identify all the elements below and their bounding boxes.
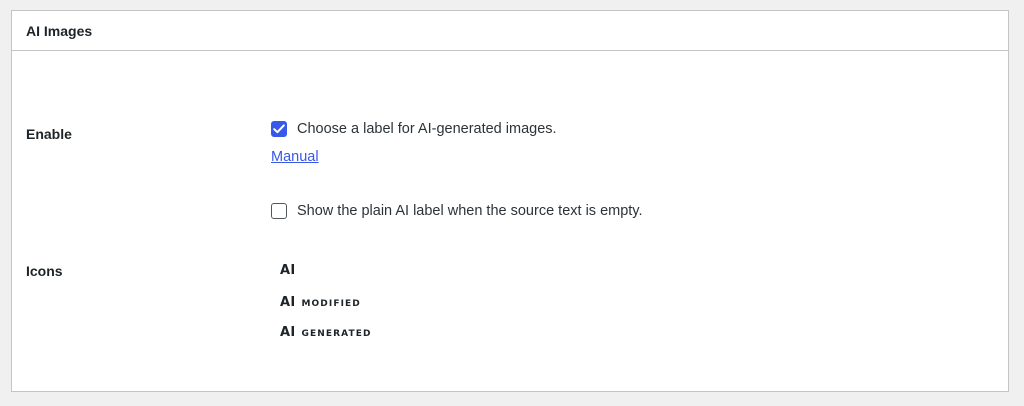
ai-icon: AI [280, 263, 296, 278]
manual-link[interactable]: Manual [271, 149, 319, 165]
ai-generated-icon: AI GENERATED [280, 325, 372, 340]
plain-label-option[interactable]: Show the plain AI label when the source … [271, 203, 643, 219]
checkmark-icon [273, 124, 285, 134]
icons-row-label: Icons [26, 263, 63, 279]
choose-label-option[interactable]: Choose a label for AI-generated images. [271, 121, 557, 137]
ai-icon-mark: AI [280, 263, 296, 278]
ai-images-panel: AI Images Enable Choose a label for AI-g… [11, 10, 1009, 392]
ai-generated-icon-mark: AI [280, 325, 296, 340]
choose-label-text: Choose a label for AI-generated images. [297, 121, 557, 137]
panel-title: AI Images [26, 22, 93, 39]
enable-row-label: Enable [26, 126, 72, 142]
plain-label-checkbox[interactable] [271, 203, 287, 219]
plain-label-text: Show the plain AI label when the source … [297, 203, 643, 219]
ai-modified-icon-suffix: MODIFIED [301, 299, 361, 309]
ai-generated-icon-suffix: GENERATED [301, 329, 372, 339]
choose-label-checkbox[interactable] [271, 121, 287, 137]
panel-header: AI Images [12, 11, 1008, 51]
ai-modified-icon-mark: AI [280, 295, 296, 310]
ai-modified-icon: AI MODIFIED [280, 295, 361, 310]
